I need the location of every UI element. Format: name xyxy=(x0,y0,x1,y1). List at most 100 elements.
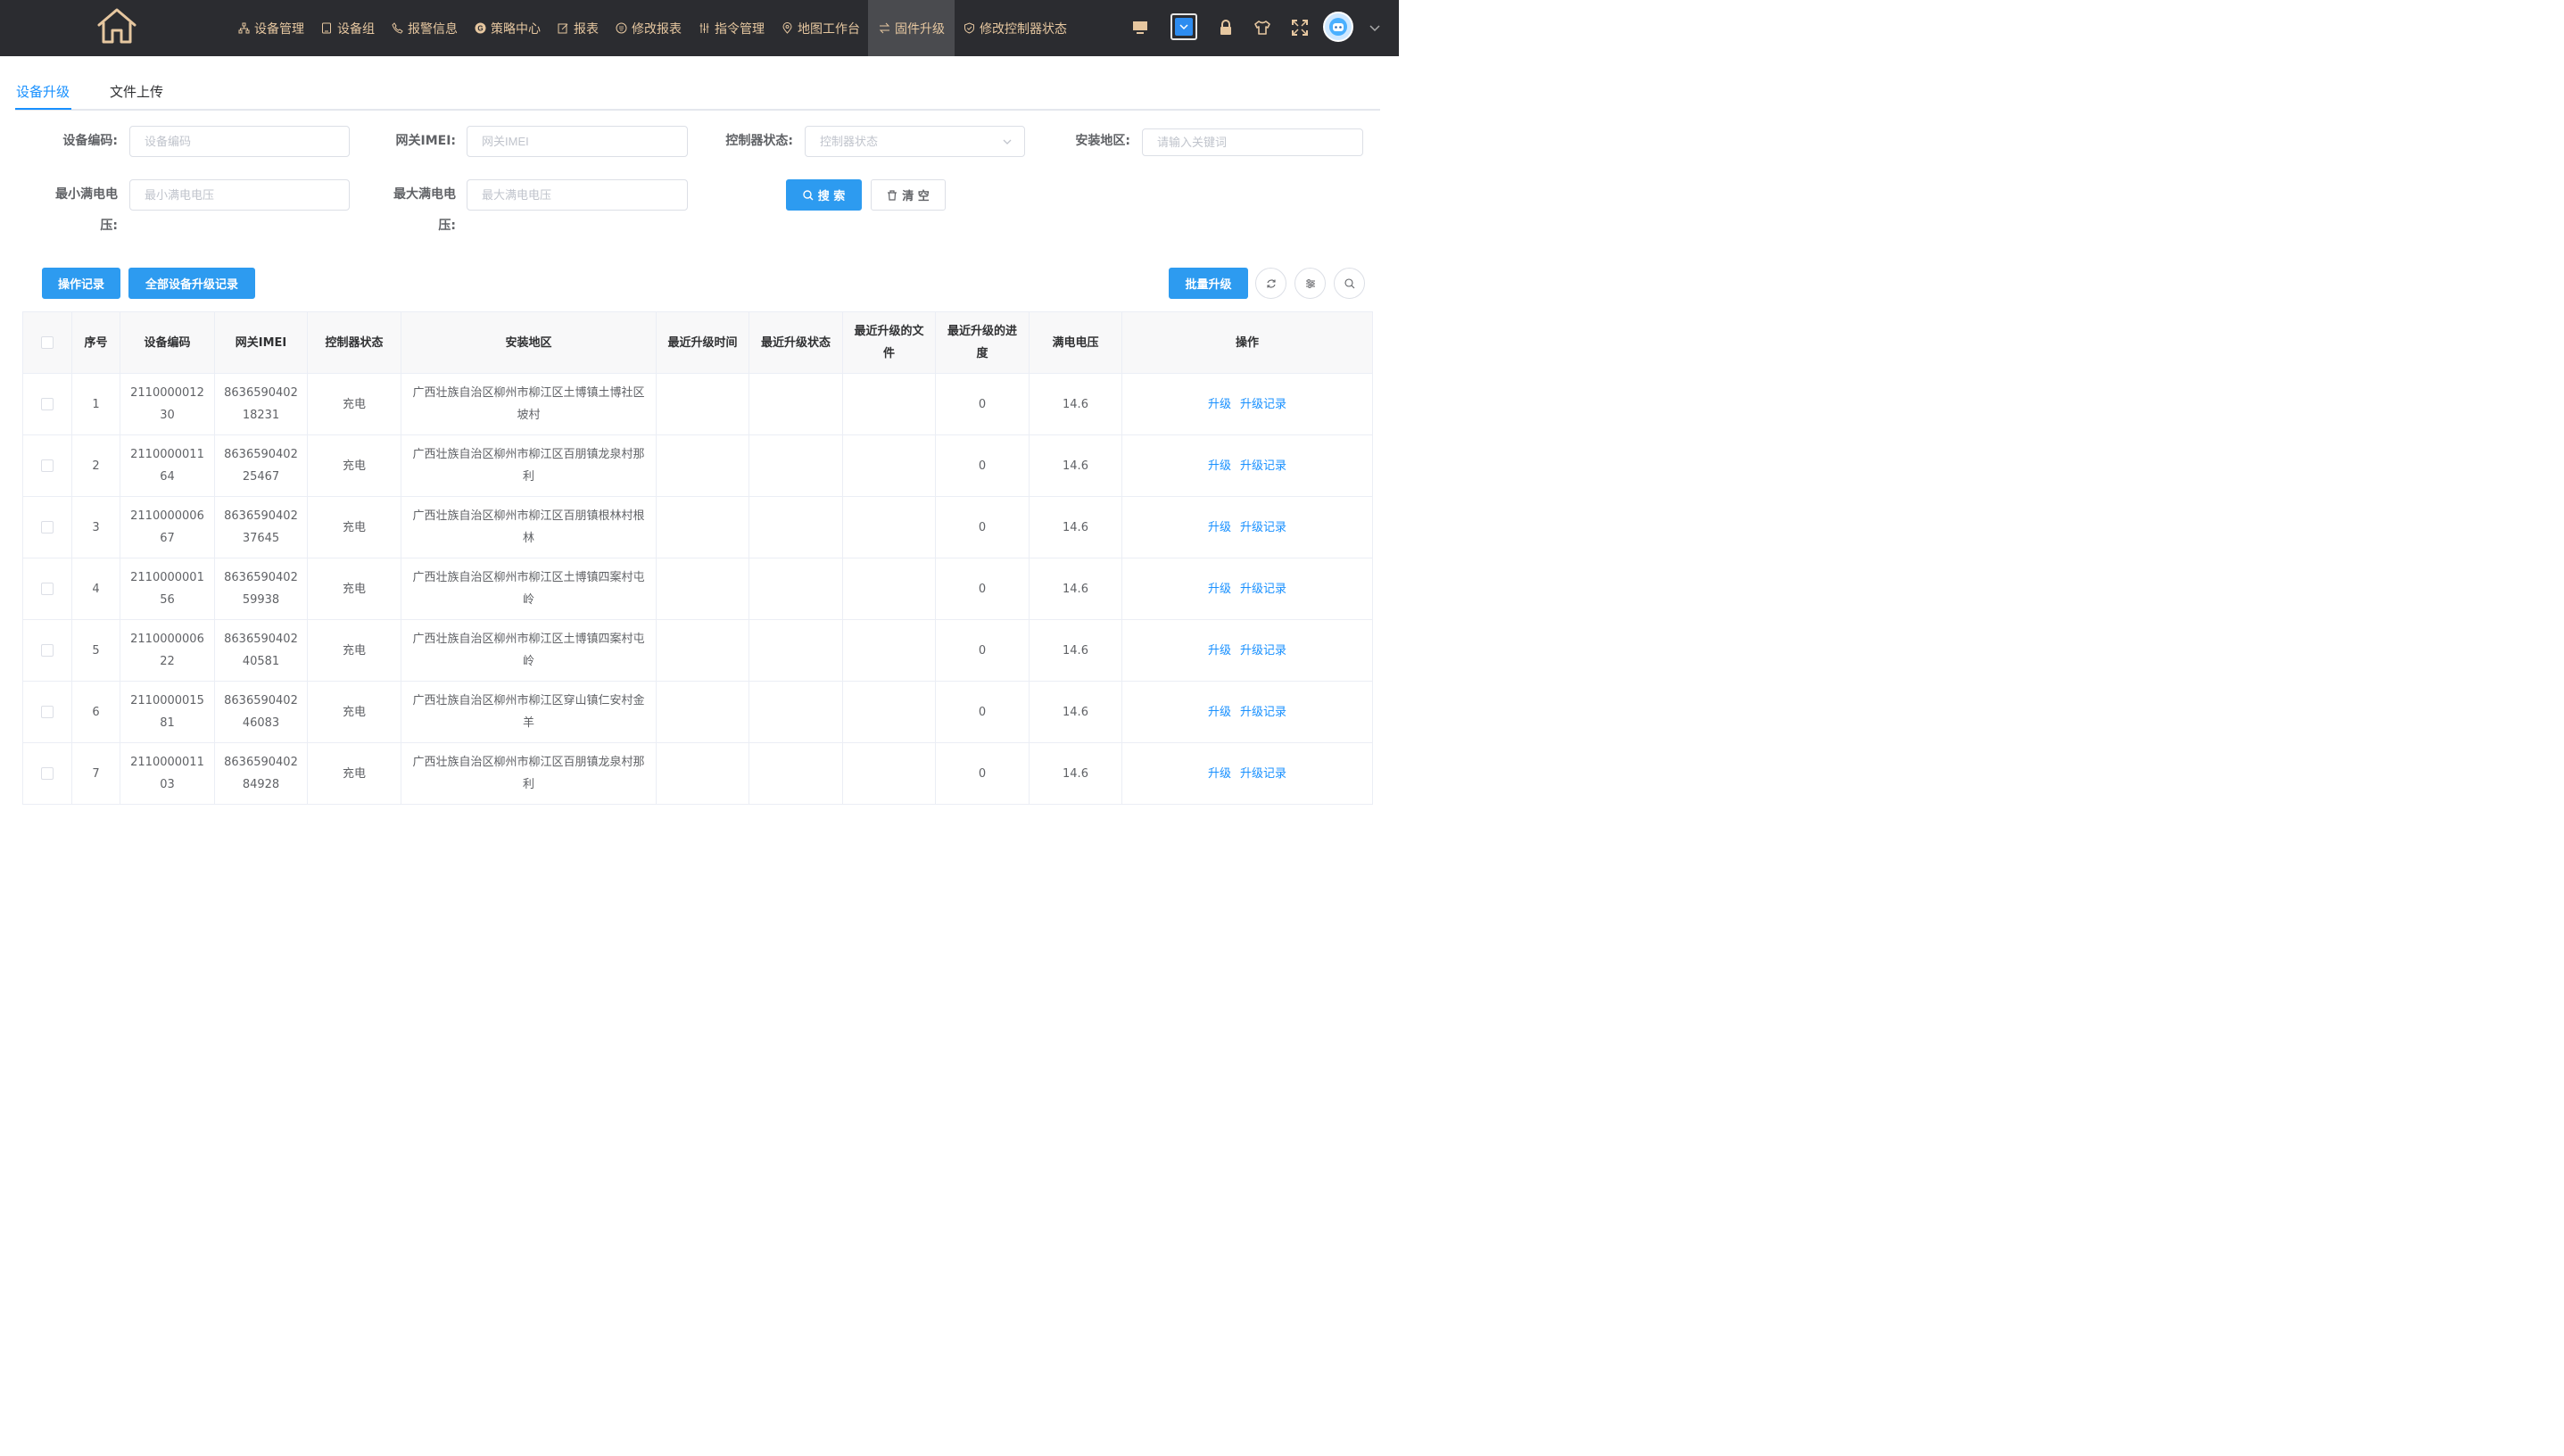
cell-device-code: 211000000622 xyxy=(120,619,215,682)
nav-item-1[interactable]: 设备组 xyxy=(312,0,383,56)
max-voltage-label-line2: 压: xyxy=(438,219,456,233)
top-navbar: 设备管理 设备组 报警信息 G 策略中心 报表 修改报表 指令管理 地图工作台 固件升级 修改控制器… xyxy=(0,0,1399,56)
upgrade-link[interactable]: 升级 xyxy=(1208,644,1231,658)
cell-gateway-imei: 863659040225467 xyxy=(214,434,308,497)
max-voltage-label-line1: 最大满电电 xyxy=(393,187,456,202)
upgrade-records-link[interactable]: 升级记录 xyxy=(1240,767,1286,781)
cell-last-upgrade-file xyxy=(842,619,936,682)
toggle-search-button[interactable] xyxy=(1334,268,1365,299)
max-voltage-input[interactable] xyxy=(467,179,688,211)
refresh-button[interactable] xyxy=(1255,268,1286,299)
device-code-input[interactable] xyxy=(129,126,350,157)
nav-item-5[interactable]: 修改报表 xyxy=(607,0,690,56)
row-checkbox[interactable] xyxy=(41,459,54,472)
upgrade-records-link[interactable]: 升级记录 xyxy=(1240,644,1286,658)
switch-icon xyxy=(878,22,890,35)
row-checkbox[interactable] xyxy=(41,398,54,410)
cell-index: 5 xyxy=(71,619,120,682)
upgrade-records-link[interactable]: 升级记录 xyxy=(1240,706,1286,719)
col-header-full-voltage: 满电电压 xyxy=(1029,311,1122,374)
sitemap-icon xyxy=(237,22,250,35)
user-menu-chevron-icon[interactable] xyxy=(1362,15,1387,40)
row-select-cell xyxy=(22,742,72,805)
row-checkbox[interactable] xyxy=(41,583,54,595)
upgrade-link[interactable]: 升级 xyxy=(1208,459,1231,473)
nav-item-9[interactable]: 修改控制器状态 xyxy=(955,0,1075,56)
all-upgrade-records-button[interactable]: 全部设备升级记录 xyxy=(128,268,255,299)
nav-item-0[interactable]: 设备管理 xyxy=(229,0,312,56)
upgrade-records-link[interactable]: 升级记录 xyxy=(1240,398,1286,411)
nav-item-label: 设备管理 xyxy=(254,21,304,37)
upgrade-link[interactable]: 升级 xyxy=(1208,583,1231,596)
cell-last-upgrade-time xyxy=(656,742,749,805)
theme-toggle-button[interactable] xyxy=(1170,13,1197,40)
table-row: 1 211000001230 863659040218231 充电 广西壮族自治区柳州市… xyxy=(22,373,1373,435)
nav-item-3[interactable]: G 策略中心 xyxy=(466,0,549,56)
upgrade-records-link[interactable]: 升级记录 xyxy=(1240,583,1286,596)
nav-item-label: 地图工作台 xyxy=(798,21,860,37)
op-records-button[interactable]: 操作记录 xyxy=(42,268,120,299)
table-row: 2 2110000011 64 863659040225467 充电 广西壮族自治区柳州… xyxy=(22,434,1373,497)
lock-icon[interactable] xyxy=(1213,15,1238,40)
cell-install-area: 广西壮族自治区柳州市柳江区土博镇土博社区坡村 xyxy=(401,373,657,435)
cell-last-upgrade-time xyxy=(656,373,749,435)
select-all-checkbox[interactable] xyxy=(41,336,54,349)
upgrade-records-link[interactable]: 升级记录 xyxy=(1240,459,1286,473)
cell-index: 3 xyxy=(71,496,120,558)
chevron-down-icon xyxy=(1175,18,1193,36)
shirt-icon[interactable] xyxy=(1250,15,1275,40)
nav-item-4[interactable]: 报表 xyxy=(549,0,607,56)
row-select-cell xyxy=(22,619,72,682)
row-checkbox[interactable] xyxy=(41,644,54,657)
cell-device-code: 211000001230 xyxy=(120,373,215,435)
controller-status-select[interactable] xyxy=(805,126,1025,157)
cell-controller-status: 充电 xyxy=(307,373,401,435)
tab-bar: 设备升级 文件上传 xyxy=(15,71,1380,111)
install-area-label: 安装地区: xyxy=(1075,134,1130,148)
nav-item-label: 报表 xyxy=(574,21,599,37)
search-button-label: 搜 索 xyxy=(817,190,846,203)
cell-last-upgrade-progress: 0 xyxy=(935,434,1030,497)
upgrade-records-link[interactable]: 升级记录 xyxy=(1240,521,1286,534)
upgrade-link[interactable]: 升级 xyxy=(1208,706,1231,719)
upgrade-link[interactable]: 升级 xyxy=(1208,521,1231,534)
cell-last-upgrade-status xyxy=(749,496,843,558)
nav-item-label: 指令管理 xyxy=(715,21,765,37)
gateway-imei-input[interactable] xyxy=(467,126,688,157)
cell-index: 1 xyxy=(71,373,120,435)
tab-device-upgrade[interactable]: 设备升级 xyxy=(16,82,70,101)
cell-install-area: 广西壮族自治区柳州市柳江区百朋镇根林村根林 xyxy=(401,496,657,558)
row-checkbox[interactable] xyxy=(41,767,54,780)
device-code-label: 设备编码: xyxy=(62,134,118,148)
nav-item-8[interactable]: 固件升级 xyxy=(868,0,955,56)
nav-item-7[interactable]: 地图工作台 xyxy=(773,0,868,56)
upgrade-link[interactable]: 升级 xyxy=(1208,398,1231,411)
controller-status-input[interactable] xyxy=(805,126,1025,157)
table-row: 6 211000001581 863659040246083 充电 广西壮族自治区柳州市… xyxy=(22,681,1373,743)
max-voltage-label: 最大满电电 压: xyxy=(375,179,456,242)
cell-last-upgrade-progress: 0 xyxy=(935,373,1030,435)
search-button[interactable]: 搜 索 xyxy=(786,179,862,211)
home-icon[interactable] xyxy=(96,7,137,45)
install-area-input[interactable] xyxy=(1142,128,1363,156)
row-checkbox[interactable] xyxy=(41,706,54,718)
cell-last-upgrade-progress: 0 xyxy=(935,742,1030,805)
upgrade-link[interactable]: 升级 xyxy=(1208,767,1231,781)
min-voltage-input[interactable] xyxy=(129,179,350,211)
nav-item-6[interactable]: 指令管理 xyxy=(690,0,773,56)
row-checkbox[interactable] xyxy=(41,521,54,534)
strategy-icon: G xyxy=(474,22,486,35)
cell-last-upgrade-status xyxy=(749,434,843,497)
tab-file-upload[interactable]: 文件上传 xyxy=(110,82,163,101)
batch-upgrade-button[interactable]: 批量升级 xyxy=(1169,268,1248,299)
column-settings-button[interactable] xyxy=(1294,268,1326,299)
col-header-actions: 操作 xyxy=(1121,311,1373,374)
nav-item-label: 修改控制器状态 xyxy=(980,21,1067,37)
clear-button[interactable]: 清 空 xyxy=(871,179,946,211)
monitor-icon[interactable] xyxy=(1128,15,1153,40)
edit-icon xyxy=(557,22,569,35)
fullscreen-icon[interactable] xyxy=(1287,15,1312,40)
cell-full-voltage: 14.6 xyxy=(1029,742,1122,805)
nav-item-2[interactable]: 报警信息 xyxy=(383,0,466,56)
user-avatar[interactable] xyxy=(1323,12,1353,42)
